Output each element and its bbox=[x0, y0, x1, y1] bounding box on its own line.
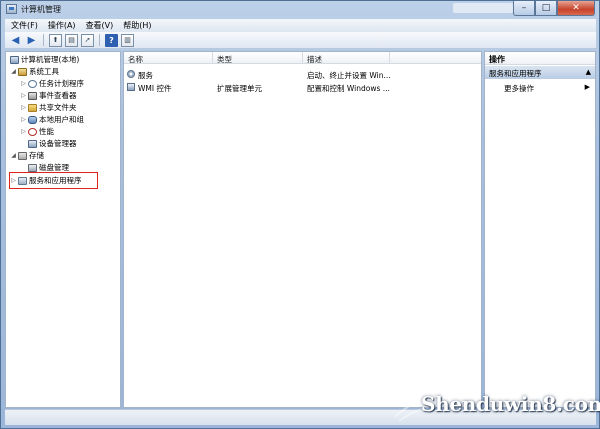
expand-arrow-icon[interactable]: ▷ bbox=[20, 92, 27, 99]
row-name: WMI 控件 bbox=[138, 84, 172, 93]
window-controls: – □ ✕ bbox=[513, 1, 595, 16]
tools-icon bbox=[18, 67, 27, 76]
red-highlight-box bbox=[9, 172, 98, 189]
row-type: 扩展管理单元 bbox=[217, 84, 262, 93]
services-gear-icon bbox=[127, 70, 135, 78]
up-level-button[interactable]: ⬆ bbox=[49, 33, 62, 47]
action-pane-icon: ▥ bbox=[124, 36, 131, 44]
wmi-control-icon bbox=[127, 83, 135, 91]
submenu-arrow-icon: ▶ bbox=[584, 83, 590, 91]
export-icon: ➚ bbox=[84, 36, 91, 44]
users-icon bbox=[28, 115, 37, 124]
performance-icon bbox=[28, 127, 37, 136]
close-icon: ✕ bbox=[572, 3, 580, 13]
column-divider[interactable] bbox=[389, 52, 390, 64]
show-action-pane-button[interactable]: ▥ bbox=[121, 33, 134, 47]
tree-item-task-scheduler[interactable]: ▷ 任务计划程序 bbox=[20, 78, 84, 89]
column-type[interactable]: 类型 bbox=[217, 54, 232, 65]
column-name[interactable]: 名称 bbox=[128, 54, 143, 65]
collapse-arrow-icon[interactable]: ◢ bbox=[10, 68, 17, 75]
console-tree[interactable]: 计算机管理(本地) ◢ 系统工具 ▷ 任务计划程序 ▷ 事件查看器 ▷ 共享文件… bbox=[5, 51, 121, 408]
tree-item-shared-folders[interactable]: ▷ 共享文件夹 bbox=[20, 102, 76, 113]
shared-folder-icon bbox=[28, 103, 37, 112]
expand-arrow-icon[interactable]: ▷ bbox=[20, 104, 27, 111]
expand-arrow-icon[interactable]: ▷ bbox=[20, 116, 27, 123]
list-header: 名称 类型 描述 bbox=[124, 52, 481, 64]
tree-item-system-tools[interactable]: ◢ 系统工具 bbox=[10, 66, 59, 77]
console-tree-icon: ▤ bbox=[68, 36, 75, 44]
back-arrow-icon: ◀ bbox=[11, 34, 20, 46]
computer-icon bbox=[10, 55, 19, 64]
close-button[interactable]: ✕ bbox=[557, 1, 595, 16]
tree-item-event-viewer[interactable]: ▷ 事件查看器 bbox=[20, 90, 76, 101]
row-description: 启动、终止并设置 Win... bbox=[307, 71, 391, 80]
watermark-text: Shenduwin8.com bbox=[421, 392, 600, 416]
device-manager-icon bbox=[28, 139, 37, 148]
toolbar-separator-2 bbox=[99, 34, 100, 46]
forward-arrow-icon: ▶ bbox=[27, 34, 36, 46]
toolbar: ◀ ▶ ⬆ ▤ ➚ ? ▥ bbox=[5, 32, 596, 49]
disk-icon bbox=[28, 163, 37, 172]
results-list[interactable]: 名称 类型 描述 服务 启动、终止并设置 Win... WMI 控件 扩展管理单… bbox=[123, 51, 482, 408]
storage-icon bbox=[18, 151, 27, 160]
collapse-arrow-icon[interactable]: ◢ bbox=[10, 152, 17, 159]
row-description: 配置和控制 Windows ... bbox=[307, 84, 390, 93]
more-actions-item[interactable]: 更多操作 ▶ bbox=[485, 81, 595, 93]
help-button[interactable]: ? bbox=[105, 33, 118, 47]
minimize-button[interactable]: – bbox=[513, 1, 535, 16]
menu-file[interactable]: 文件(F) bbox=[11, 20, 38, 31]
blurred-area bbox=[453, 3, 513, 13]
column-divider[interactable] bbox=[212, 52, 213, 64]
actions-section-label: 服务和应用程序 bbox=[489, 69, 542, 78]
maximize-icon: □ bbox=[541, 3, 551, 13]
help-icon: ? bbox=[109, 35, 114, 45]
actions-pane: 操作 服务和应用程序 ▲ 更多操作 ▶ bbox=[484, 51, 596, 408]
tree-item-device-manager[interactable]: 设备管理器 bbox=[27, 138, 77, 149]
expand-arrow-icon[interactable]: ▷ bbox=[20, 80, 27, 87]
event-viewer-icon bbox=[28, 91, 37, 100]
list-row-services[interactable]: 服务 启动、终止并设置 Win... bbox=[124, 68, 481, 80]
menu-help[interactable]: 帮助(H) bbox=[123, 20, 151, 31]
tree-item-storage[interactable]: ◢ 存储 bbox=[10, 150, 44, 161]
expand-arrow-icon[interactable]: ▷ bbox=[20, 128, 27, 135]
toolbar-separator bbox=[43, 34, 44, 46]
actions-title: 操作 bbox=[485, 52, 595, 65]
row-name: 服务 bbox=[138, 71, 153, 80]
column-divider[interactable] bbox=[302, 52, 303, 64]
menu-view[interactable]: 查看(V) bbox=[86, 20, 114, 31]
tree-item-local-users[interactable]: ▷ 本地用户和组 bbox=[20, 114, 84, 125]
back-button[interactable]: ◀ bbox=[9, 34, 22, 47]
window-title: 计算机管理 bbox=[21, 5, 61, 14]
export-list-button[interactable]: ➚ bbox=[81, 33, 94, 47]
clock-icon bbox=[28, 79, 37, 88]
actions-section-header[interactable]: 服务和应用程序 ▲ bbox=[485, 66, 595, 79]
tree-item-root[interactable]: 计算机管理(本地) bbox=[9, 54, 79, 65]
menu-action[interactable]: 操作(A) bbox=[48, 20, 76, 31]
computer-management-icon bbox=[6, 4, 17, 14]
tree-item-performance[interactable]: ▷ 性能 bbox=[20, 126, 54, 137]
column-description[interactable]: 描述 bbox=[307, 54, 322, 65]
show-hide-tree-button[interactable]: ▤ bbox=[65, 33, 78, 47]
list-row-wmi[interactable]: WMI 控件 扩展管理单元 配置和控制 Windows ... bbox=[124, 81, 481, 93]
folder-up-icon: ⬆ bbox=[52, 36, 59, 44]
minimize-icon: – bbox=[521, 3, 527, 13]
computer-management-window: 计算机管理 – □ ✕ 文件(F) 操作(A) 查看(V) 帮助(H) ◀ ▶ … bbox=[0, 0, 600, 429]
title-bar[interactable]: 计算机管理 – □ ✕ bbox=[1, 1, 599, 18]
maximize-button[interactable]: □ bbox=[535, 1, 557, 16]
more-actions-label: 更多操作 bbox=[504, 84, 534, 93]
collapse-up-icon: ▲ bbox=[585, 68, 591, 76]
menu-bar: 文件(F) 操作(A) 查看(V) 帮助(H) bbox=[5, 19, 596, 32]
forward-button[interactable]: ▶ bbox=[25, 34, 38, 47]
